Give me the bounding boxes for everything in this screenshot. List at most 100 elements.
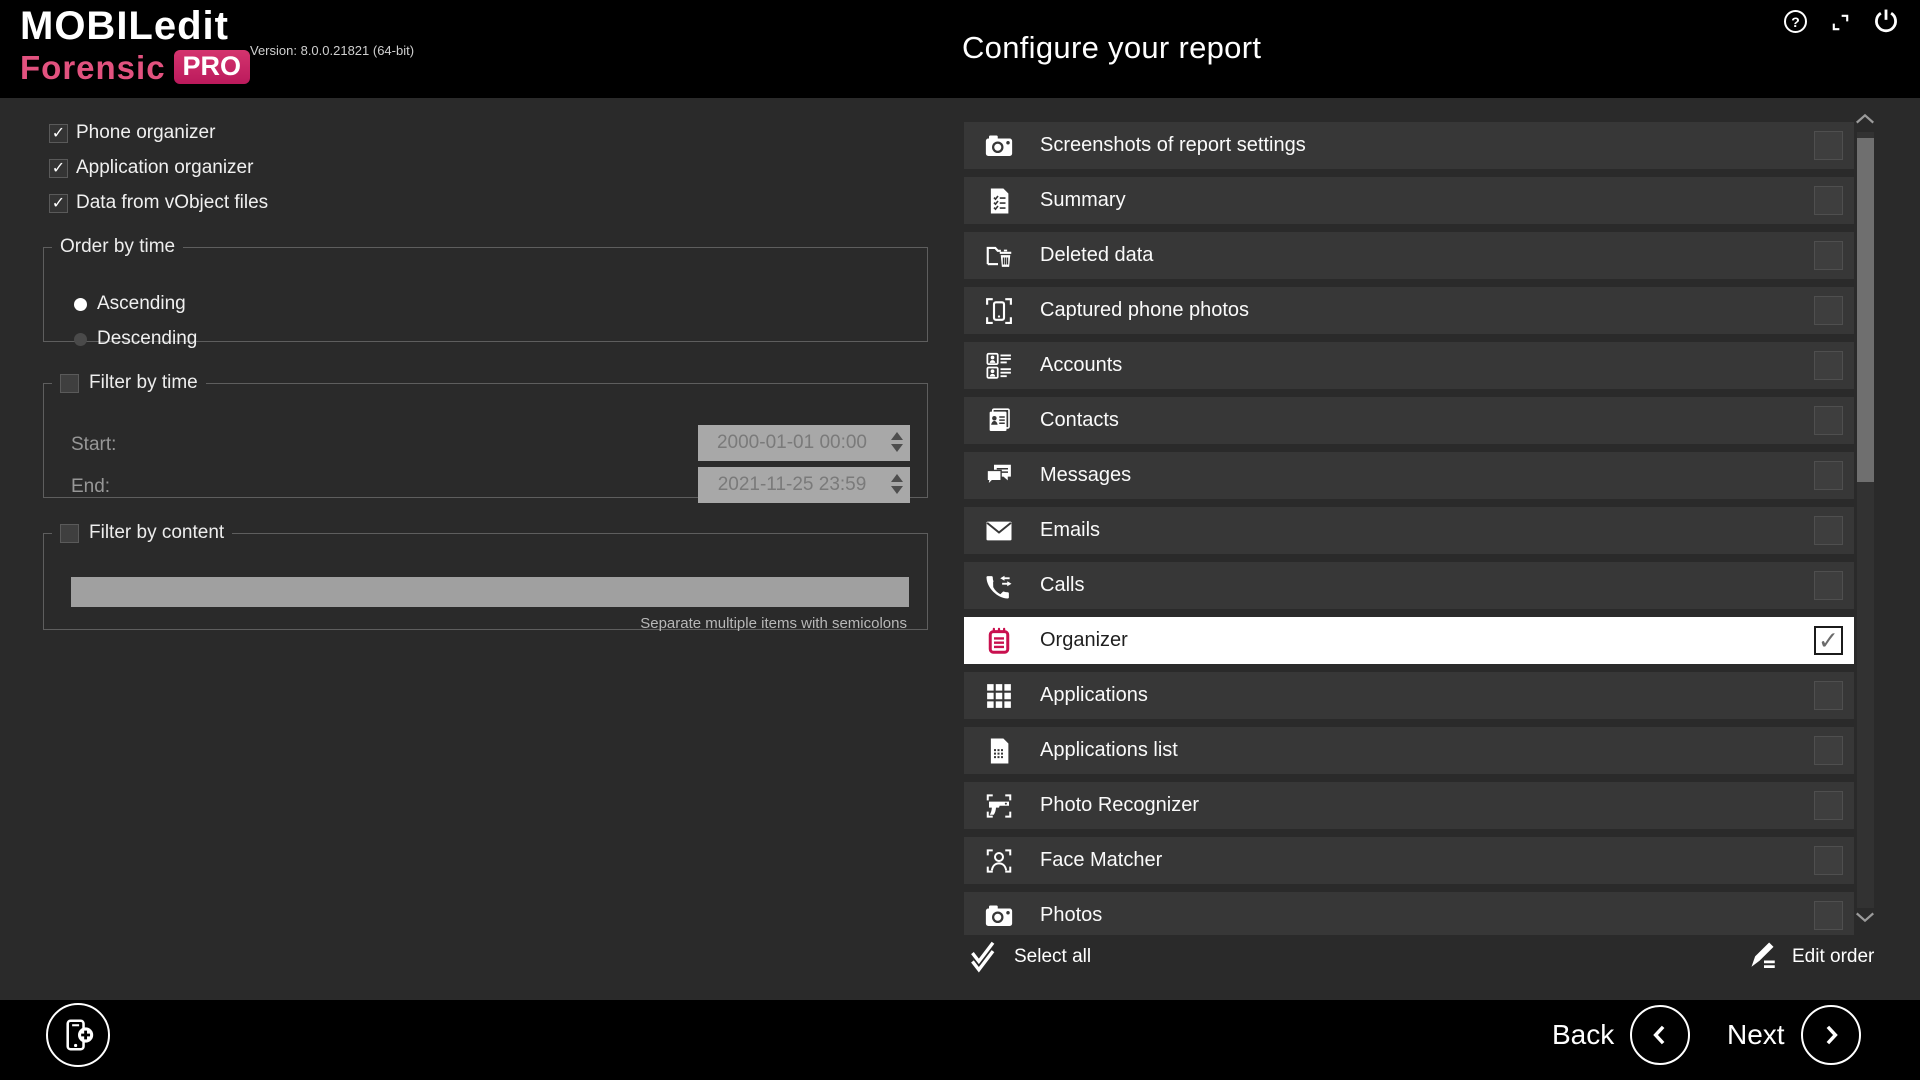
check-icon [52,160,65,177]
add-phone-icon [59,1016,97,1054]
radio-ascending[interactable]: Ascending [74,294,186,314]
select-all-label: Select all [1014,946,1091,968]
back-label: Back [1552,1019,1614,1051]
report-section-row[interactable]: Organizer [964,617,1854,664]
report-section-checkbox[interactable] [1814,791,1843,820]
spinner-down-icon[interactable] [891,486,903,494]
phone-organizer-option[interactable]: Phone organizer [49,122,215,144]
check-icon [52,125,65,142]
chevron-down-icon [1854,910,1876,925]
vobject-files-checkbox[interactable] [49,194,68,213]
filter-by-time-checkbox[interactable] [60,374,79,393]
report-section-label: Summary [1040,189,1126,212]
report-section-checkbox[interactable] [1814,516,1843,545]
report-section-checkbox[interactable] [1814,296,1843,325]
report-section-row[interactable]: Accounts [964,342,1854,389]
scrollbar-thumb[interactable] [1857,138,1874,482]
restore-window-button[interactable] [1829,11,1852,34]
next-button[interactable]: Next [1727,1003,1861,1067]
report-section-label: Deleted data [1040,244,1153,267]
order-by-time-legend: Order by time [60,236,175,258]
report-section-row[interactable]: Applications list [964,727,1854,774]
deleted-data-icon [984,241,1014,271]
select-all-button[interactable]: Select all [968,936,1091,978]
start-datetime-field [698,425,910,461]
application-organizer-checkbox[interactable] [49,159,68,178]
report-section-checkbox[interactable] [1814,461,1843,490]
report-sections-list: Screenshots of report settings Summary Del… [964,122,1854,935]
report-section-row[interactable]: Screenshots of report settings [964,122,1854,169]
descending-label: Descending [97,328,197,350]
edit-order-button[interactable]: Edit order [1748,938,1874,976]
report-section-checkbox[interactable] [1814,736,1843,765]
next-label: Next [1727,1019,1785,1051]
report-section-row[interactable]: Emails [964,507,1854,554]
spinner-down-icon[interactable] [891,444,903,452]
end-label: End: [71,476,110,498]
report-section-label: Applications [1040,684,1148,707]
scroll-up-button[interactable] [1854,111,1876,126]
report-section-checkbox[interactable] [1814,681,1843,710]
end-datetime-field [698,467,910,503]
start-datetime-input[interactable] [698,425,910,461]
report-section-label: Calls [1040,574,1084,597]
report-section-row[interactable]: Photos [964,892,1854,935]
report-section-label: Photo Recognizer [1040,794,1199,817]
report-section-checkbox[interactable] [1814,571,1843,600]
report-section-checkbox[interactable] [1814,901,1843,930]
report-section-label: Photos [1040,904,1102,927]
descending-radio-icon[interactable] [74,333,87,346]
scroll-down-button[interactable] [1854,910,1876,925]
report-section-row[interactable]: Applications [964,672,1854,719]
photo-recognizer-icon [984,791,1014,821]
chevron-up-icon [1854,111,1876,126]
report-section-row[interactable]: Contacts [964,397,1854,444]
add-device-button[interactable] [46,1003,110,1067]
report-section-label: Contacts [1040,409,1119,432]
logo-pro-badge: PRO [174,50,251,84]
check-icon [52,195,65,212]
report-section-row[interactable]: Photo Recognizer [964,782,1854,829]
vobject-files-option[interactable]: Data from vObject files [49,192,268,214]
filter-by-content-checkbox[interactable] [60,524,79,543]
report-section-row[interactable]: Face Matcher [964,837,1854,884]
chevron-left-icon [1645,1020,1675,1050]
application-organizer-option[interactable]: Application organizer [49,157,253,179]
filter-by-content-group: Filter by content Separate multiple item… [43,522,928,630]
contacts-icon [984,406,1014,436]
end-datetime-input[interactable] [698,467,910,503]
page-title: Configure your report [962,30,1261,66]
content-filter-input[interactable] [71,577,909,607]
report-section-checkbox[interactable] [1814,846,1843,875]
report-section-checkbox[interactable] [1814,241,1843,270]
report-section-label: Screenshots of report settings [1040,134,1306,157]
power-button[interactable] [1872,7,1900,35]
ascending-radio-icon[interactable] [74,298,87,311]
radio-descending[interactable]: Descending [74,329,197,349]
back-button[interactable]: Back [1552,1003,1690,1067]
start-datetime-spinner[interactable] [891,432,903,452]
report-section-row[interactable]: Captured phone photos [964,287,1854,334]
report-section-checkbox[interactable] [1814,131,1843,160]
report-section-row[interactable]: Messages [964,452,1854,499]
bottom-bar: Back Next [0,1000,1920,1080]
spinner-up-icon[interactable] [891,432,903,440]
report-section-checkbox[interactable] [1814,406,1843,435]
report-section-checkbox[interactable] [1814,626,1843,655]
filter-by-time-group: Filter by time Start: End: [43,372,928,498]
help-button[interactable]: ? [1784,10,1807,33]
report-section-row[interactable]: Deleted data [964,232,1854,279]
report-section-label: Accounts [1040,354,1122,377]
report-section-row[interactable]: Calls [964,562,1854,609]
spinner-up-icon[interactable] [891,474,903,482]
camera-icon [984,131,1014,161]
phone-organizer-checkbox[interactable] [49,124,68,143]
select-all-icon [968,937,1000,978]
applications-grid-icon [984,681,1014,711]
email-icon [984,516,1014,546]
end-datetime-spinner[interactable] [891,474,903,494]
report-section-row[interactable]: Summary [964,177,1854,224]
report-section-checkbox[interactable] [1814,186,1843,215]
report-section-checkbox[interactable] [1814,351,1843,380]
face-matcher-icon [984,846,1014,876]
